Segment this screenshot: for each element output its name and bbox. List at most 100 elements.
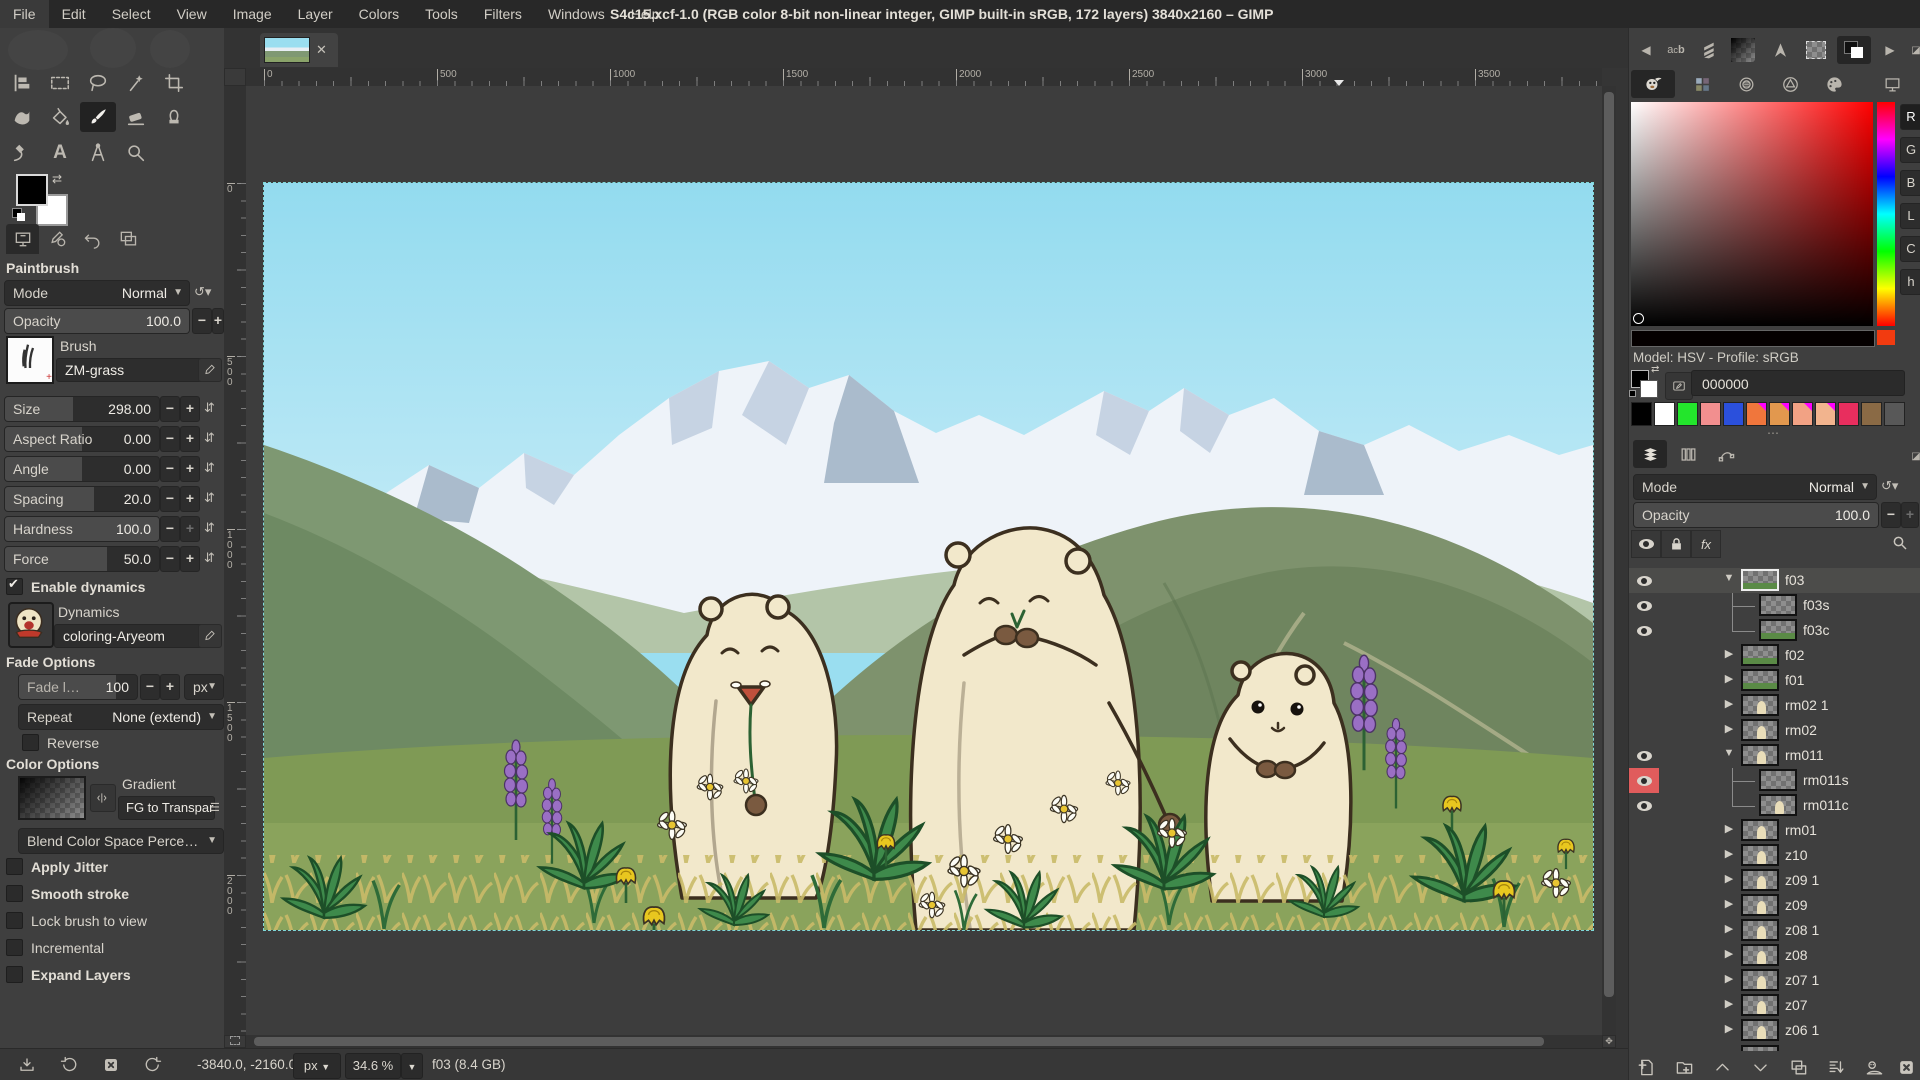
layer-row[interactable]: ▶ f01 — [1629, 668, 1920, 693]
color-tab-scales[interactable] — [1877, 70, 1907, 98]
tool-measure[interactable] — [80, 138, 116, 168]
history-swatch[interactable] — [1884, 402, 1905, 426]
tool-clone[interactable] — [156, 102, 192, 132]
aspect-plus-button[interactable]: + — [180, 426, 200, 452]
channel-button-l[interactable]: L — [1900, 203, 1920, 229]
gradient-list-icon[interactable]: ☰ — [210, 796, 220, 820]
menu-windows[interactable]: Windows — [535, 0, 618, 28]
expander-icon[interactable]: ▼ — [1722, 572, 1736, 584]
new-group-button[interactable] — [1669, 1054, 1699, 1080]
zoom-value[interactable]: 34.6 % — [345, 1053, 401, 1079]
gradient-name[interactable]: FG to Transpar — [118, 796, 215, 820]
channel-button-c[interactable]: C — [1900, 236, 1920, 262]
layer-row[interactable]: ▶ z08 1 — [1629, 918, 1920, 943]
layer-row[interactable]: ▶ z08 — [1629, 943, 1920, 968]
lock-header-icon[interactable] — [1661, 530, 1691, 558]
size-slider[interactable]: Size298.00 — [4, 396, 160, 422]
channel-button-r[interactable]: R — [1900, 104, 1920, 130]
dock-collapse-icon[interactable]: ◪ — [1901, 36, 1920, 64]
spacing-minus-button[interactable]: − — [160, 486, 180, 512]
tab-device-status[interactable] — [41, 224, 74, 254]
tool-crop[interactable] — [156, 68, 192, 98]
tab-selection-editor[interactable] — [1801, 36, 1831, 64]
color-tab-cmyk[interactable] — [1687, 70, 1717, 98]
fade-minus-button[interactable]: − — [140, 674, 160, 700]
visibility-eye[interactable] — [1629, 568, 1659, 593]
force-minus-button[interactable]: − — [160, 546, 180, 572]
dynamics-thumbnail[interactable] — [8, 602, 54, 648]
tab-brushes[interactable] — [1695, 36, 1725, 64]
layer-row[interactable]: ▶ rm01 — [1629, 818, 1920, 843]
tool-rectangle-select[interactable] — [42, 68, 78, 98]
menu-colors[interactable]: Colors — [346, 0, 412, 28]
repeat-dropdown[interactable]: RepeatNone (extend)▼ — [18, 704, 224, 730]
tab-colors[interactable] — [1837, 36, 1871, 64]
layer-search-icon[interactable] — [1891, 534, 1909, 555]
history-swatch[interactable] — [1723, 402, 1744, 426]
aspect-link-icon[interactable]: ⇵ — [204, 426, 215, 450]
zoom-dropdown-arrow[interactable]: ▼ — [401, 1053, 423, 1079]
visibility-eye[interactable] — [1629, 618, 1659, 643]
color-tab-palette[interactable] — [1819, 70, 1849, 98]
aspect-minus-button[interactable]: − — [160, 426, 180, 452]
menu-edit[interactable]: Edit — [49, 0, 99, 28]
expander-icon[interactable]: ▶ — [1722, 647, 1736, 660]
tab-paths[interactable] — [1709, 440, 1743, 468]
history-swatch[interactable] — [1815, 402, 1836, 426]
paint-mode-dropdown[interactable]: ModeNormal▼ — [4, 280, 190, 306]
history-swatch[interactable] — [1654, 402, 1675, 426]
tab-scroll-left-icon[interactable]: ◀ — [1631, 36, 1661, 64]
layer-row[interactable]: ▶ z09 1 — [1629, 868, 1920, 893]
reverse-box[interactable] — [22, 734, 39, 751]
brush-edit-icon[interactable] — [198, 358, 222, 382]
hex-color-input[interactable]: 000000 — [1691, 370, 1905, 396]
size-plus-button[interactable]: + — [180, 396, 200, 422]
layer-row[interactable]: rm011s — [1629, 768, 1920, 793]
tool-transform[interactable] — [4, 102, 40, 132]
angle-minus-button[interactable]: − — [160, 456, 180, 482]
layer-row[interactable]: ▶ z07 — [1629, 993, 1920, 1018]
lock-brush-checkbox[interactable]: Lock brush to view — [6, 912, 147, 929]
dynamics-edit-icon[interactable] — [198, 624, 222, 648]
canvas-viewport[interactable] — [246, 86, 1602, 1035]
expander-icon[interactable]: ▼ — [1722, 747, 1736, 759]
close-tab-icon[interactable]: ✕ — [316, 42, 327, 58]
tool-eraser[interactable] — [118, 102, 154, 132]
raise-layer-button[interactable] — [1707, 1054, 1737, 1080]
color-tab-wheel[interactable] — [1775, 70, 1805, 98]
menu-image[interactable]: Image — [220, 0, 285, 28]
layer-row[interactable]: f03s — [1629, 593, 1920, 618]
angle-link-icon[interactable]: ⇵ — [204, 456, 215, 480]
force-slider[interactable]: Force50.0 — [4, 546, 160, 572]
layer-row-partial[interactable] — [1629, 1043, 1920, 1051]
fade-unit-dropdown[interactable]: px▼ — [184, 674, 224, 700]
tab-tool-options[interactable] — [6, 224, 39, 254]
layer-mode-dropdown[interactable]: ModeNormal▼ — [1633, 474, 1877, 500]
visibility-header-icon[interactable] — [1631, 530, 1661, 558]
add-mask-button[interactable] — [1859, 1054, 1889, 1080]
new-layer-button[interactable] — [1631, 1054, 1661, 1080]
opacity-plus-button[interactable]: + — [212, 308, 224, 334]
incremental-checkbox[interactable]: Incremental — [6, 939, 104, 956]
history-swatch[interactable] — [1677, 402, 1698, 426]
saturation-value-square[interactable] — [1631, 102, 1873, 326]
brush-thumbnail[interactable]: + — [6, 336, 54, 384]
angle-plus-button[interactable]: + — [180, 456, 200, 482]
opacity-slider[interactable]: Opacity100.0 — [4, 308, 190, 334]
swatch-expander[interactable]: ⋯ — [1767, 426, 1779, 440]
vertical-ruler[interactable]: 0 500 1000 1500 2000 — [224, 86, 246, 1035]
size-link-icon[interactable]: ⇵ — [204, 396, 215, 420]
tool-bucket-fill[interactable] — [42, 102, 78, 132]
tab-undo-history[interactable] — [76, 224, 109, 254]
menu-select[interactable]: Select — [99, 0, 164, 28]
mode-reset-icon[interactable]: ↺▾ — [194, 280, 211, 304]
hardness-link-icon[interactable]: ⇵ — [204, 516, 215, 540]
expander-icon[interactable]: ▶ — [1722, 922, 1736, 935]
fade-plus-button[interactable]: + — [160, 674, 180, 700]
reset-tool-preset-icon[interactable] — [140, 1053, 166, 1077]
color-edit-button[interactable] — [1665, 372, 1693, 400]
expander-icon[interactable]: ▶ — [1722, 947, 1736, 960]
delete-layer-button[interactable] — [1891, 1054, 1920, 1080]
tool-alignment[interactable] — [4, 68, 40, 98]
expander-icon[interactable]: ▶ — [1722, 1022, 1736, 1035]
